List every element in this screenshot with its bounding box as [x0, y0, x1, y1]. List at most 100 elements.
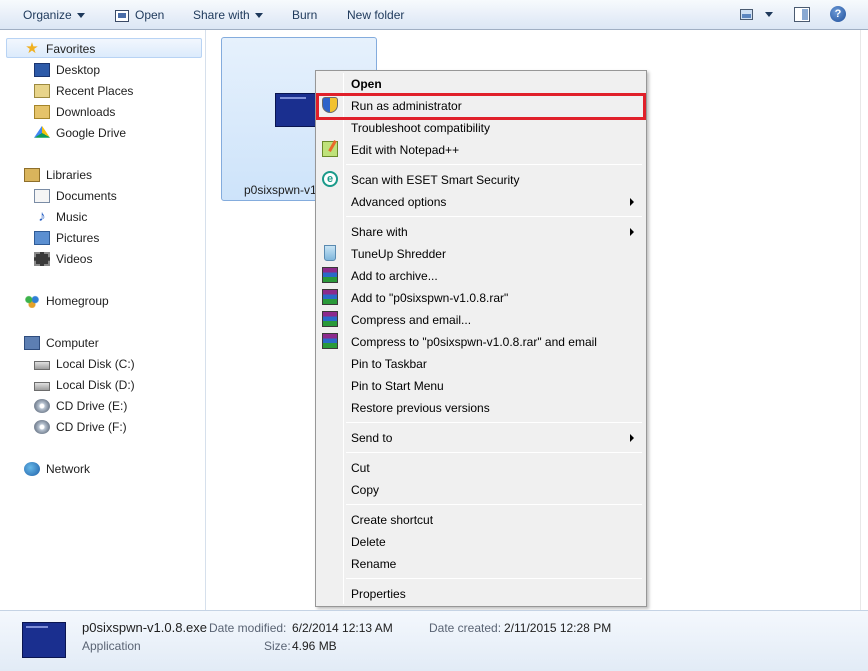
- chevron-down-icon: [76, 13, 85, 19]
- nav-videos[interactable]: Videos: [34, 249, 92, 269]
- menu-item-rename[interactable]: Rename: [351, 555, 396, 573]
- details-file-name: p0sixspwn-v1.0.8.exe: [82, 620, 208, 635]
- nav-label: Documents: [56, 189, 117, 203]
- nav-cd-drive-e[interactable]: CD Drive (E:): [34, 396, 127, 416]
- winrar-icon: [322, 267, 338, 283]
- nav-google-drive[interactable]: Google Drive: [34, 123, 126, 143]
- nav-pictures[interactable]: Pictures: [34, 228, 99, 248]
- shredder-icon: [324, 245, 336, 261]
- menu-item-troubleshoot-compatibility[interactable]: Troubleshoot compatibility: [351, 119, 490, 137]
- nav-network[interactable]: Network: [24, 459, 90, 479]
- scrollbar[interactable]: [860, 30, 868, 610]
- menu-item-compress-and-email[interactable]: Compress and email...: [351, 311, 471, 329]
- menu-item-edit-with-notepad[interactable]: Edit with Notepad++: [351, 141, 459, 159]
- star-icon: ★: [25, 39, 39, 57]
- details-date-modified: 6/2/2014 12:13 AM: [292, 621, 393, 635]
- menu-separator: [346, 216, 642, 217]
- notepad-plus-plus-icon: [322, 141, 338, 157]
- videos-icon: [34, 251, 50, 266]
- menu-item-share-with[interactable]: Share with: [351, 223, 408, 241]
- nav-local-disk-d[interactable]: Local Disk (D:): [34, 375, 135, 395]
- nav-label: Recent Places: [56, 84, 134, 98]
- details-file-type: Application: [82, 639, 141, 653]
- details-size-label: Size:: [264, 639, 291, 653]
- highlight-annotation: [316, 93, 646, 120]
- menu-item-open[interactable]: Open: [351, 75, 382, 93]
- details-size: 4.96 MB: [292, 639, 337, 653]
- menu-item-pin-to-taskbar[interactable]: Pin to Taskbar: [351, 355, 427, 373]
- documents-icon: [34, 188, 50, 203]
- nav-music[interactable]: ♪ Music: [34, 207, 87, 227]
- burn-button[interactable]: Burn: [292, 6, 317, 24]
- nav-local-disk-c[interactable]: Local Disk (C:): [34, 354, 135, 374]
- menu-item-copy[interactable]: Copy: [351, 481, 379, 499]
- menu-item-restore-previous-versions[interactable]: Restore previous versions: [351, 399, 490, 417]
- menu-item-properties[interactable]: Properties: [351, 585, 406, 603]
- menu-separator: [346, 422, 642, 423]
- nav-label: Desktop: [56, 63, 101, 77]
- google-drive-icon: [34, 125, 50, 138]
- nav-libraries[interactable]: Libraries: [24, 165, 92, 185]
- menu-separator: [346, 452, 642, 453]
- menu-item-scan-with-eset[interactable]: Scan with ESET Smart Security: [351, 171, 520, 189]
- cd-drive-icon: [34, 398, 50, 413]
- burn-label: Burn: [292, 8, 318, 22]
- winrar-icon: [322, 289, 338, 305]
- nav-cd-drive-f[interactable]: CD Drive (F:): [34, 417, 127, 437]
- hard-disk-icon: [34, 361, 50, 371]
- share-with-label: Share with: [193, 8, 250, 22]
- submenu-arrow-icon: [630, 434, 634, 442]
- libraries-icon: [24, 167, 40, 182]
- nav-recent-places[interactable]: Recent Places: [34, 81, 133, 101]
- nav-label: Favorites: [46, 42, 96, 56]
- menu-item-add-to-archive[interactable]: Add to archive...: [351, 267, 438, 285]
- computer-icon: [24, 335, 40, 350]
- nav-downloads[interactable]: Downloads: [34, 102, 115, 122]
- downloads-icon: [34, 104, 50, 119]
- menu-item-send-to[interactable]: Send to: [351, 429, 392, 447]
- nav-label: CD Drive (E:): [56, 399, 128, 413]
- open-button[interactable]: Open: [115, 6, 164, 24]
- new-folder-button[interactable]: New folder: [347, 6, 404, 24]
- nav-label: Videos: [56, 252, 93, 266]
- nav-favorites[interactable]: ★ Favorites: [24, 39, 95, 59]
- menu-item-pin-to-start-menu[interactable]: Pin to Start Menu: [351, 377, 444, 395]
- file-name: p0sixspwn-v1: [244, 183, 317, 197]
- menu-icon-gutter: [343, 73, 344, 604]
- share-with-button[interactable]: Share with: [193, 6, 263, 24]
- chevron-down-icon[interactable]: [765, 12, 773, 17]
- help-icon[interactable]: ?: [830, 6, 846, 22]
- nav-homegroup[interactable]: Homegroup: [24, 291, 109, 311]
- nav-label: Music: [56, 210, 88, 224]
- menu-item-advanced-options[interactable]: Advanced options: [351, 193, 446, 211]
- cd-drive-icon: [34, 419, 50, 434]
- menu-item-add-to-rar[interactable]: Add to "p0sixspwn-v1.0.8.rar": [351, 289, 508, 307]
- nav-label: Computer: [46, 336, 99, 350]
- menu-item-cut[interactable]: Cut: [351, 459, 370, 477]
- hard-disk-icon: [34, 382, 50, 392]
- command-bar: Organize Open Share with Burn New folder…: [0, 0, 868, 30]
- nav-label: Network: [46, 462, 91, 476]
- winrar-icon: [322, 333, 338, 349]
- organize-button[interactable]: Organize: [23, 6, 85, 24]
- details-date-created-label: Date created:: [429, 621, 502, 635]
- submenu-arrow-icon: [630, 198, 634, 206]
- nav-desktop[interactable]: Desktop: [34, 60, 100, 80]
- desktop-icon: [34, 62, 50, 77]
- recent-places-icon: [34, 83, 50, 98]
- views-icon[interactable]: [740, 9, 753, 20]
- menu-item-compress-to-rar-and-email[interactable]: Compress to "p0sixspwn-v1.0.8.rar" and e…: [351, 333, 597, 351]
- menu-item-delete[interactable]: Delete: [351, 533, 386, 551]
- preview-pane-icon[interactable]: [794, 7, 810, 22]
- nav-documents[interactable]: Documents: [34, 186, 117, 206]
- new-folder-label: New folder: [347, 8, 405, 22]
- pictures-icon: [34, 230, 50, 245]
- nav-computer[interactable]: Computer: [24, 333, 99, 353]
- nav-label: Downloads: [56, 105, 116, 119]
- menu-item-create-shortcut[interactable]: Create shortcut: [351, 511, 433, 529]
- music-icon: ♪: [38, 207, 46, 225]
- nav-label: Homegroup: [46, 294, 109, 308]
- nav-label: Libraries: [46, 168, 93, 182]
- menu-item-tuneup-shredder[interactable]: TuneUp Shredder: [351, 245, 446, 263]
- nav-label: CD Drive (F:): [56, 420, 127, 434]
